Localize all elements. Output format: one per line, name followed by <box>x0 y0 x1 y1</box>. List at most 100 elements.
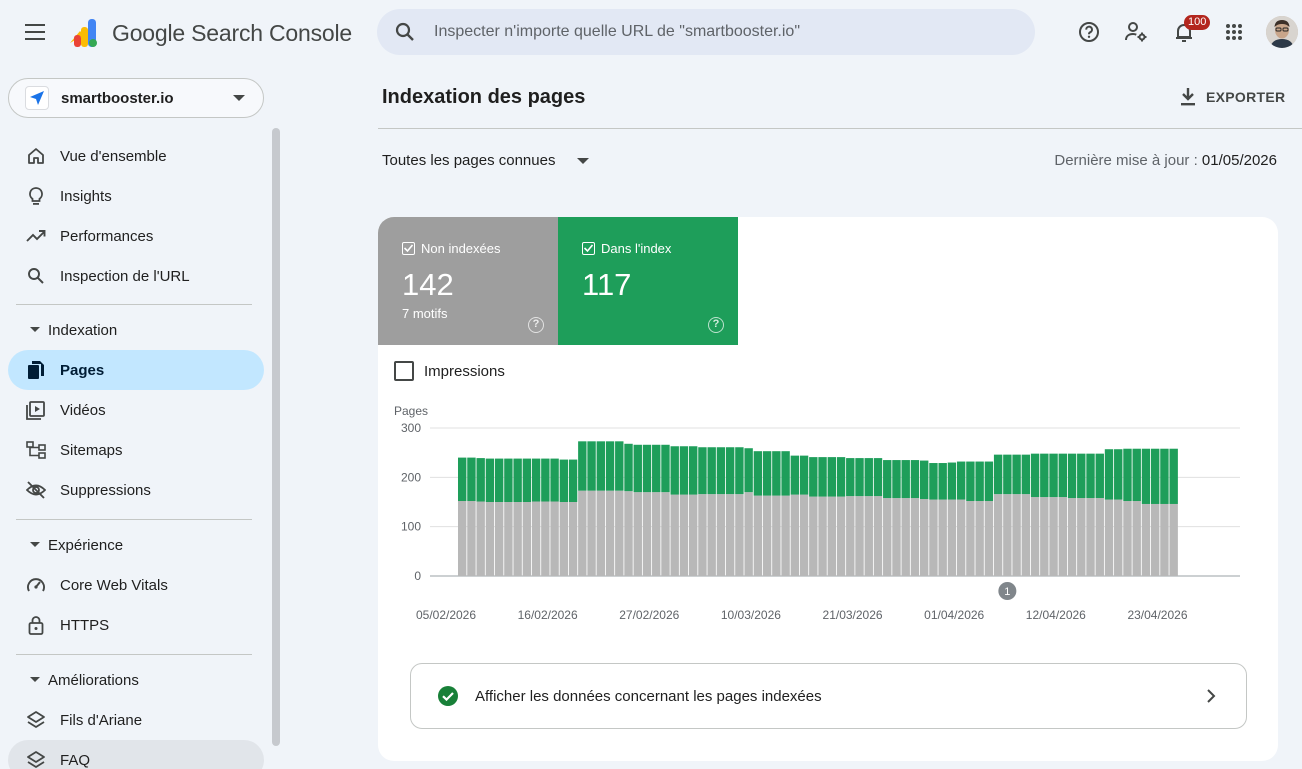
sidebar-item-sitemaps[interactable]: Sitemaps <box>8 430 264 470</box>
bar-indexed <box>892 460 901 499</box>
bar-not-indexed <box>1141 503 1151 576</box>
tile-not-indexed[interactable]: Non indexées 142 7 motifs ? <box>378 217 558 345</box>
impressions-checkbox[interactable] <box>394 361 414 381</box>
property-selector[interactable]: smartbooster.io <box>8 78 264 118</box>
sidebar-scrollbar[interactable] <box>272 128 280 746</box>
sidebar-item-core-web-vitals[interactable]: Core Web Vitals <box>8 565 264 605</box>
x-tick-label: 23/04/2026 <box>1127 608 1187 622</box>
bar-indexed <box>624 443 633 492</box>
bar-not-indexed <box>1151 503 1160 576</box>
menu-icon[interactable] <box>16 12 56 52</box>
view-indexed-pages-link[interactable]: Afficher les données concernant les page… <box>410 663 1247 729</box>
bar-indexed <box>642 444 652 493</box>
indexing-report-card: Non indexées 142 7 motifs ? Dans l'index… <box>378 217 1278 761</box>
bar-not-indexed <box>827 496 836 576</box>
x-tick-label: 10/03/2026 <box>721 608 781 622</box>
section-experience-toggle[interactable]: Expérience <box>8 525 264 565</box>
bar-indexed <box>735 447 744 495</box>
bar-not-indexed <box>975 501 984 576</box>
sidebar-item-faq[interactable]: FAQ <box>8 740 264 769</box>
x-tick-label: 27/02/2026 <box>619 608 679 622</box>
sidebar-item-pages[interactable]: Pages <box>8 350 264 390</box>
tile-subtitle: 7 motifs <box>402 306 448 321</box>
sidebar-item-label: Fils d'Ariane <box>60 712 143 729</box>
bar-indexed <box>883 460 892 499</box>
bar-indexed <box>910 460 920 499</box>
last-updated: Dernière mise à jour : 01/05/2026 <box>1054 152 1277 169</box>
sidebar-item-performance[interactable]: Performances <box>8 216 264 256</box>
bar-not-indexed <box>578 490 587 576</box>
bar-indexed <box>762 451 772 496</box>
bar-not-indexed <box>716 494 726 576</box>
bar-indexed <box>550 458 559 502</box>
bar-indexed <box>1104 449 1114 500</box>
bar-indexed <box>1012 454 1021 495</box>
account-avatar[interactable] <box>1266 16 1298 48</box>
sidebar-item-breadcrumbs[interactable]: Fils d'Ariane <box>8 700 264 740</box>
section-indexation-toggle[interactable]: Indexation <box>8 310 264 350</box>
sidebar-item-overview[interactable]: Vue d'ensemble <box>8 136 264 176</box>
url-inspection-search[interactable] <box>377 9 1035 55</box>
bar-indexed <box>1114 449 1123 500</box>
bar-indexed <box>809 457 818 497</box>
x-tick-label: 01/04/2026 <box>924 608 984 622</box>
bar-not-indexed <box>531 501 541 576</box>
bar-indexed <box>661 444 670 493</box>
pages-filter-dropdown[interactable]: Toutes les pages connues <box>382 152 590 169</box>
bar-indexed <box>1169 448 1178 504</box>
user-settings-icon[interactable] <box>1116 12 1156 52</box>
bar-not-indexed <box>642 492 652 576</box>
bar-indexed <box>596 441 605 491</box>
bar-not-indexed <box>698 494 707 576</box>
video-icon <box>26 400 46 420</box>
sidebar-item-label: Suppressions <box>60 482 151 499</box>
pages-chart: Pages 0 100 200 300 05/02/2026 16/02/2026 27/02… <box>394 404 1240 622</box>
help-icon[interactable]: ? <box>708 317 724 333</box>
bar-indexed <box>467 457 476 502</box>
bar-not-indexed <box>744 492 753 576</box>
notifications-icon[interactable]: 100 <box>1164 12 1211 52</box>
section-title: Améliorations <box>48 672 139 689</box>
bar-indexed <box>568 459 578 502</box>
bar-indexed <box>1058 453 1067 498</box>
bar-not-indexed <box>1104 499 1114 576</box>
bar-indexed <box>864 458 873 497</box>
bar-not-indexed <box>689 494 698 576</box>
help-icon[interactable] <box>1069 12 1109 52</box>
bar-not-indexed <box>892 498 901 576</box>
bar-indexed <box>846 458 855 497</box>
export-button[interactable]: EXPORTER <box>1180 84 1285 110</box>
bar-indexed <box>984 461 994 502</box>
impressions-toggle[interactable]: Impressions <box>394 361 505 381</box>
sidebar-item-url-inspection[interactable]: Inspection de l'URL <box>8 256 264 296</box>
tile-value: 142 <box>402 267 454 302</box>
sidebar-item-https[interactable]: HTTPS <box>8 605 264 645</box>
sidebar-item-label: Vue d'ensemble <box>60 148 167 165</box>
tile-value: 117 <box>582 267 632 302</box>
bar-indexed <box>698 447 707 495</box>
section-enhancements-toggle[interactable]: Améliorations <box>8 660 264 700</box>
sidebar-item-removals[interactable]: Suppressions <box>8 470 264 510</box>
sidebar-item-insights[interactable]: Insights <box>8 176 264 216</box>
help-icon[interactable]: ? <box>528 317 544 333</box>
bar-not-indexed <box>1049 497 1058 576</box>
bar-indexed <box>753 451 763 496</box>
search-input[interactable] <box>434 23 1024 41</box>
bar-indexed <box>1021 454 1031 495</box>
export-label: EXPORTER <box>1206 89 1286 105</box>
tile-indexed[interactable]: Dans l'index 117 ? <box>558 217 738 345</box>
bar-not-indexed <box>633 492 642 576</box>
sidebar-nav: Vue d'ensemble Insights Performances Ins… <box>0 128 270 769</box>
y-tick-label: 300 <box>401 421 421 435</box>
bar-not-indexed <box>910 498 920 576</box>
bar-not-indexed <box>559 502 569 576</box>
bar-not-indexed <box>1030 497 1040 576</box>
bar-not-indexed <box>605 490 615 576</box>
sidebar-item-label: Vidéos <box>60 402 106 419</box>
chevron-down-icon <box>233 95 245 101</box>
bar-indexed <box>476 458 485 502</box>
bar-not-indexed <box>504 502 513 576</box>
title-divider <box>378 128 1302 129</box>
apps-grid-icon[interactable] <box>1214 12 1254 52</box>
sidebar-item-videos[interactable]: Vidéos <box>8 390 264 430</box>
